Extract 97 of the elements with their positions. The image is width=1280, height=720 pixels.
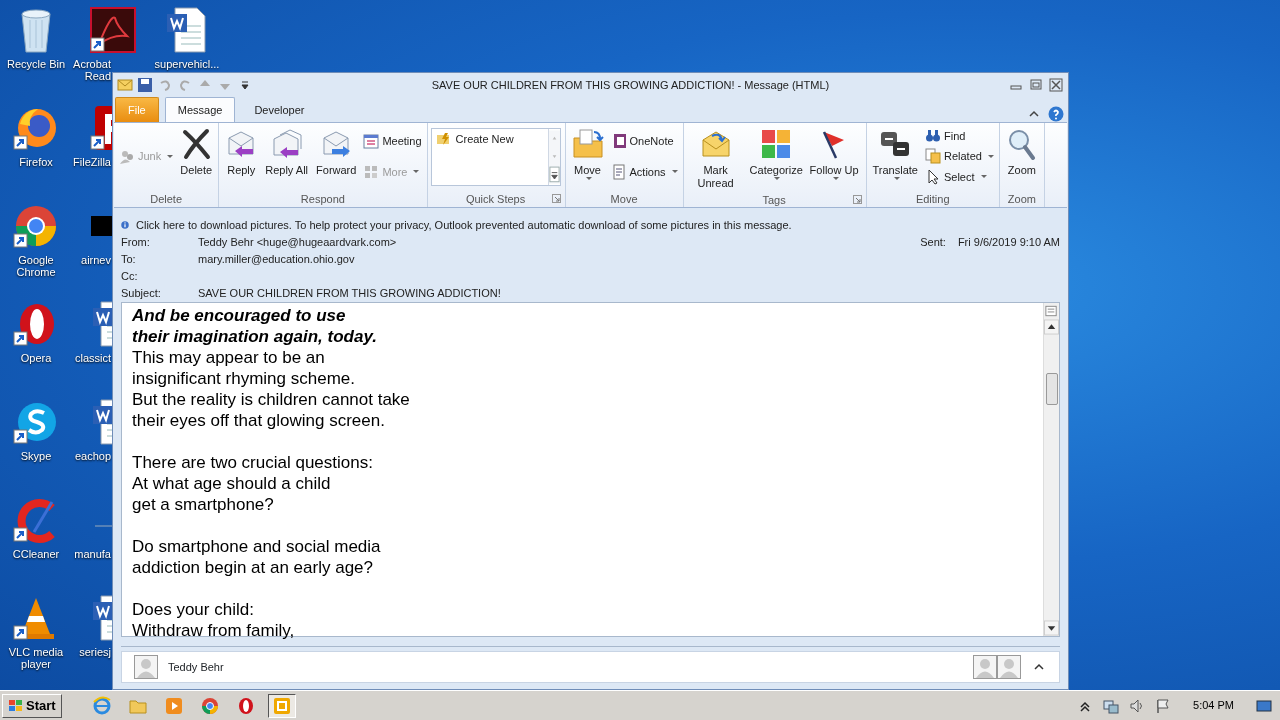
avatar-icon[interactable] [134, 655, 158, 679]
body-text-line: addiction begin at an early age? [132, 557, 374, 578]
body-text-line: Withdraw from family, [132, 620, 296, 641]
start-button[interactable]: Start [2, 693, 62, 718]
delete-icon[interactable] [180, 128, 213, 160]
group-label: Zoom [1007, 193, 1036, 205]
group-label: Move [610, 193, 638, 205]
ribbon-tab[interactable]: Message [164, 96, 236, 122]
icon-label[interactable]: airnev [72, 254, 111, 266]
network-icon[interactable] [1103, 697, 1120, 714]
body-text-line: their imagination again, today. [132, 326, 378, 347]
body-text-line: insignificant rhyming scheme. [132, 368, 356, 389]
info-bar-message[interactable]: Click here to download pictures. To help protect your privacy, Outlook prevented automatic download of some pictures in this message. [136, 216, 792, 234]
field-label: To: [121, 252, 137, 268]
field-label: Cc: [121, 269, 139, 285]
group-label: Quick Steps [465, 193, 526, 205]
body-text-line: There are two crucial questions: [132, 452, 374, 473]
ribbon-button[interactable]: Delete [177, 126, 216, 179]
field-value: Teddy Behr <huge@hugeaardvark.com> [198, 235, 397, 251]
app-icon[interactable] [89, 104, 112, 152]
field-label: From: [121, 235, 151, 251]
body-text-line: Does your child: [132, 599, 255, 620]
ribbon-button[interactable]: OneNote [608, 132, 680, 151]
body-text-line: But the reality is children cannot take [132, 389, 411, 410]
lightning-icon[interactable] [435, 131, 452, 147]
color-squares-icon[interactable] [759, 128, 792, 160]
group-label: Respond [300, 193, 345, 205]
icon-label[interactable]: manufa [72, 548, 111, 560]
icon-label[interactable]: Skype [2, 450, 70, 462]
reply-all-icon[interactable] [270, 128, 303, 160]
group-label: Editing [915, 193, 950, 205]
ribbon-button[interactable]: Translate [869, 126, 921, 182]
field-label: Sent: [920, 235, 946, 251]
close-icon[interactable] [1048, 77, 1064, 93]
contact-name[interactable]: Teddy Behr [168, 658, 224, 676]
icon-label[interactable]: classict [72, 352, 111, 364]
scroll-thumb[interactable] [1046, 373, 1058, 405]
help-icon[interactable] [1048, 106, 1064, 122]
scroll-down-button[interactable] [1044, 620, 1059, 636]
pdf-icon[interactable] [89, 6, 137, 54]
show-desktop-icon[interactable] [1256, 697, 1272, 714]
ribbon-button[interactable]: Mark Unread [686, 126, 745, 192]
maximize-icon[interactable] [1028, 77, 1044, 93]
icon-label[interactable]: Recycle Bin [2, 58, 70, 70]
field-value: SAVE OUR CHILDREN FROM THIS GROWING ADDICTION! [198, 286, 501, 302]
ribbon-tab[interactable]: Developer [241, 96, 318, 122]
clock[interactable]: 5:04 PM [1193, 697, 1234, 714]
icon-label[interactable]: seriesj [72, 646, 111, 658]
group-label: Delete [150, 193, 182, 205]
scroll-up-button[interactable] [1044, 319, 1059, 335]
field-label: Subject: [121, 286, 162, 302]
field-value: Fri 9/6/2019 9:10 AM [957, 235, 1060, 251]
icon-label[interactable]: Google Chrome [2, 254, 70, 278]
window-title: SAVE OUR CHILDREN FROM THIS GROWING ADDICTION! - Message (HTML) [430, 77, 831, 93]
launcher-icon[interactable] [551, 194, 561, 203]
folder-icon[interactable] [571, 128, 604, 160]
flag-icon[interactable] [1155, 697, 1172, 714]
icon-label[interactable]: Opera [2, 352, 70, 364]
icon-label[interactable]: Acrobat Read [72, 58, 111, 82]
avatar-icon[interactable] [973, 655, 997, 679]
body-text-line: And be encouraged to use [132, 305, 347, 326]
ribbon-button[interactable]: Find [922, 126, 996, 146]
media-player-icon[interactable] [163, 695, 184, 716]
avatar-icon[interactable] [997, 655, 1021, 679]
body-text-line: Do smartphone and social media [132, 536, 382, 557]
ribbon-button[interactable]: Follow Up [806, 126, 862, 182]
body-text-line: get a smartphone? [132, 494, 275, 515]
body-text-line: This may appear to be an [132, 347, 326, 368]
icon-label[interactable]: CCleaner [2, 548, 70, 560]
body-text-line: At what age should a child [132, 473, 332, 494]
gallery-scrollbar[interactable] [547, 129, 560, 185]
ribbon-button[interactable]: Move [568, 126, 607, 182]
ribbon-button[interactable]: Forward [313, 126, 360, 179]
group-label: Tags [762, 194, 786, 206]
windows-flag-icon [8, 697, 24, 714]
icon-label[interactable]: supervehicl... [153, 58, 221, 70]
gallery-item[interactable]: Create New [431, 129, 548, 185]
wheel-icon[interactable] [199, 695, 220, 716]
icon-label[interactable]: FileZilla [72, 156, 111, 168]
info-icon [119, 219, 131, 231]
ribbon-button[interactable]: Reply [222, 126, 261, 179]
calendar-icon[interactable] [363, 133, 380, 150]
ribbon-button[interactable]: Related [922, 147, 996, 166]
body-text-line: their eyes off that glowing screen. [132, 410, 386, 431]
ribbon-button[interactable]: Categorize [746, 126, 805, 182]
ribbon-button[interactable]: Actions [608, 162, 680, 181]
ribbon-button[interactable]: Reply All [262, 126, 312, 179]
icon-label[interactable]: Firefox [2, 156, 70, 168]
field-value: mary.miller@education.ohio.gov [198, 252, 355, 268]
save-icon[interactable] [137, 77, 153, 93]
ribbon-button[interactable]: Select [922, 167, 996, 187]
browser-icon[interactable] [91, 695, 112, 716]
icon-label[interactable]: VLC media player [2, 646, 70, 670]
ribbon-button[interactable]: Zoom [1002, 126, 1041, 179]
icon-label[interactable]: eachop [72, 450, 111, 462]
launcher-icon[interactable] [852, 195, 862, 204]
ribbon-button[interactable]: Meeting [361, 132, 424, 151]
